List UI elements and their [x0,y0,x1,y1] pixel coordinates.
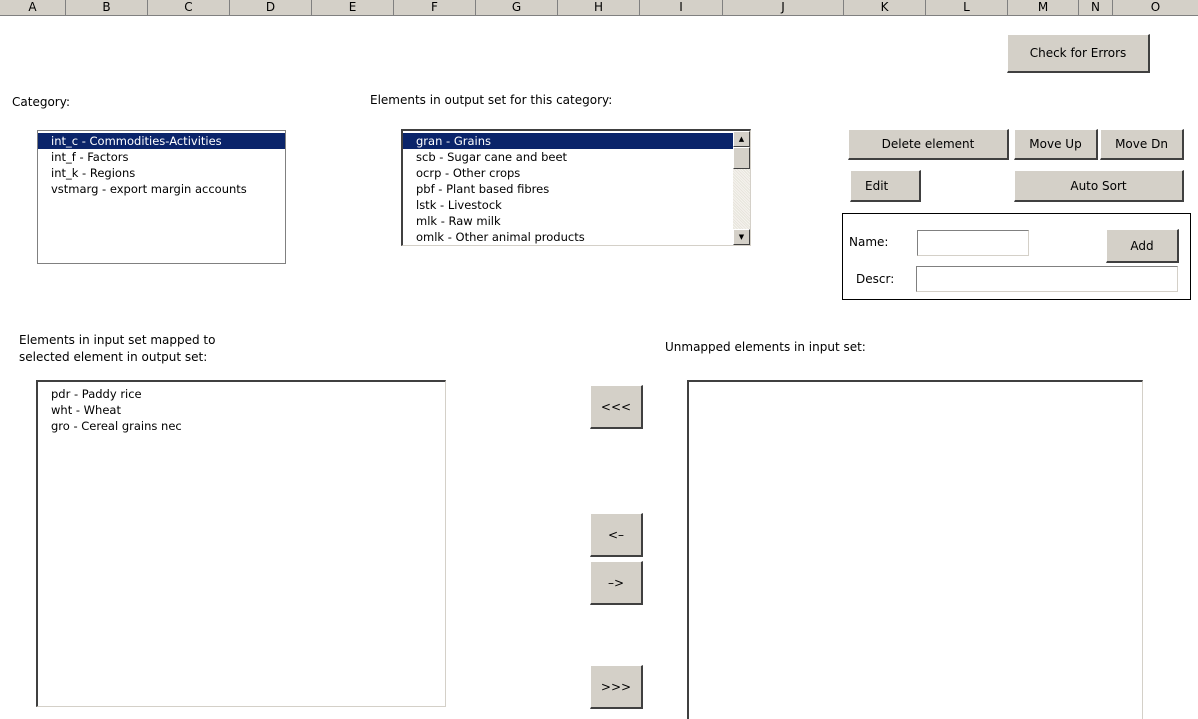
name-field[interactable] [917,230,1029,256]
descr-field[interactable] [916,266,1178,292]
scroll-thumb[interactable] [733,147,750,169]
list-item[interactable]: pdr - Paddy rice [38,386,445,402]
list-item[interactable]: lstk - Livestock [403,197,733,213]
column-header-a[interactable]: A [0,0,66,15]
list-item[interactable]: ocrp - Other crops [403,165,733,181]
list-item[interactable]: vstmarg - export margin accounts [38,181,285,197]
list-item[interactable]: int_c - Commodities-Activities [38,133,285,149]
descr-input[interactable] [917,267,1177,291]
column-header-f[interactable]: F [394,0,476,15]
list-item[interactable]: omlk - Other animal products [403,229,733,245]
mapped-label-line2: selected element in output set: [19,350,208,364]
move-up-button[interactable]: Move Up [1014,129,1098,160]
category-label: Category: [12,95,70,109]
auto-sort-button[interactable]: Auto Sort [1014,170,1184,202]
list-item[interactable]: gran - Grains [403,133,733,149]
scroll-up-arrow-icon[interactable]: ▲ [733,131,750,147]
unmapped-label: Unmapped elements in input set: [665,340,866,354]
check-errors-button[interactable]: Check for Errors [1007,34,1150,73]
mapped-input-listbox[interactable]: pdr - Paddy rice wht - Wheat gro - Cerea… [36,380,446,707]
move-all-right-button[interactable]: >>> [590,665,643,709]
name-input[interactable] [918,231,1028,255]
column-header-e[interactable]: E [312,0,394,15]
column-header-c[interactable]: C [148,0,230,15]
column-header-m[interactable]: M [1008,0,1079,15]
edit-button[interactable]: Edit [850,170,921,202]
list-item[interactable]: mlk - Raw milk [403,213,733,229]
column-header-d[interactable]: D [230,0,312,15]
column-header-l[interactable]: L [926,0,1008,15]
name-label: Name: [849,235,889,249]
column-header-bar: A B C D E F G H I J K L M N O [0,0,1198,16]
list-item[interactable]: pbf - Plant based fibres [403,181,733,197]
list-item[interactable]: scb - Sugar cane and beet [403,149,733,165]
category-listbox[interactable]: int_c - Commodities-Activities int_f - F… [37,130,286,264]
column-header-o[interactable]: O [1113,0,1198,15]
add-button[interactable]: Add [1106,229,1179,263]
list-item[interactable]: gro - Cereal grains nec [38,418,445,434]
column-header-g[interactable]: G [476,0,558,15]
output-list-scrollbar[interactable]: ▲ ▼ [733,131,750,245]
descr-label: Descr: [856,272,895,286]
unmapped-input-listbox[interactable] [687,380,1143,719]
column-header-j[interactable]: J [723,0,844,15]
list-item[interactable]: wht - Wheat [38,402,445,418]
list-item[interactable]: int_f - Factors [38,149,285,165]
column-header-h[interactable]: H [558,0,640,15]
scroll-down-arrow-icon[interactable]: ▼ [733,229,750,245]
output-set-label: Elements in output set for this category… [370,93,613,107]
column-header-i[interactable]: I [640,0,723,15]
move-left-button[interactable]: <– [590,513,643,557]
column-header-n[interactable]: N [1079,0,1113,15]
move-down-button[interactable]: Move Dn [1100,129,1184,160]
mapped-label-line1: Elements in input set mapped to [19,333,216,347]
delete-element-button[interactable]: Delete element [848,129,1009,160]
output-set-listbox[interactable]: gran - Grains scb - Sugar cane and beet … [401,129,751,246]
move-right-button[interactable]: –> [590,561,643,605]
column-header-b[interactable]: B [66,0,148,15]
list-item[interactable]: int_k - Regions [38,165,285,181]
column-header-k[interactable]: K [844,0,926,15]
move-all-left-button[interactable]: <<< [590,385,643,429]
